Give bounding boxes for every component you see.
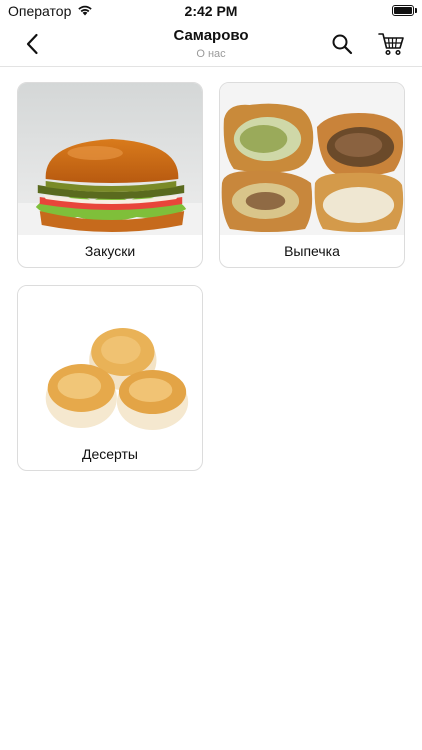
status-bar: Оператор 2:42 PM xyxy=(0,0,422,22)
nav-bar: Самарово О нас xyxy=(0,22,422,67)
cart-icon xyxy=(377,33,404,56)
category-card-snacks[interactable]: Закуски xyxy=(17,82,203,268)
search-icon xyxy=(332,34,353,55)
about-link[interactable]: О нас xyxy=(100,47,322,61)
syrniki-image xyxy=(18,286,202,438)
category-card-desserts[interactable]: Десерты xyxy=(17,285,203,471)
nav-titles: Самарово О нас xyxy=(100,27,322,61)
battery-icon xyxy=(392,5,417,16)
category-card-bakery[interactable]: Выпечка xyxy=(219,82,405,268)
search-button[interactable] xyxy=(328,30,356,58)
burger-image xyxy=(18,83,202,235)
page-title: Самарово xyxy=(173,27,249,44)
back-button[interactable] xyxy=(18,30,46,58)
category-label: Десерты xyxy=(81,446,138,462)
chevron-left-icon xyxy=(26,33,38,55)
cart-button[interactable] xyxy=(376,29,406,59)
battery-level xyxy=(394,7,412,14)
pies-image xyxy=(220,83,404,235)
category-label: Закуски xyxy=(84,243,136,259)
status-time: 2:42 PM xyxy=(184,3,238,19)
category-label: Выпечка xyxy=(284,243,340,259)
